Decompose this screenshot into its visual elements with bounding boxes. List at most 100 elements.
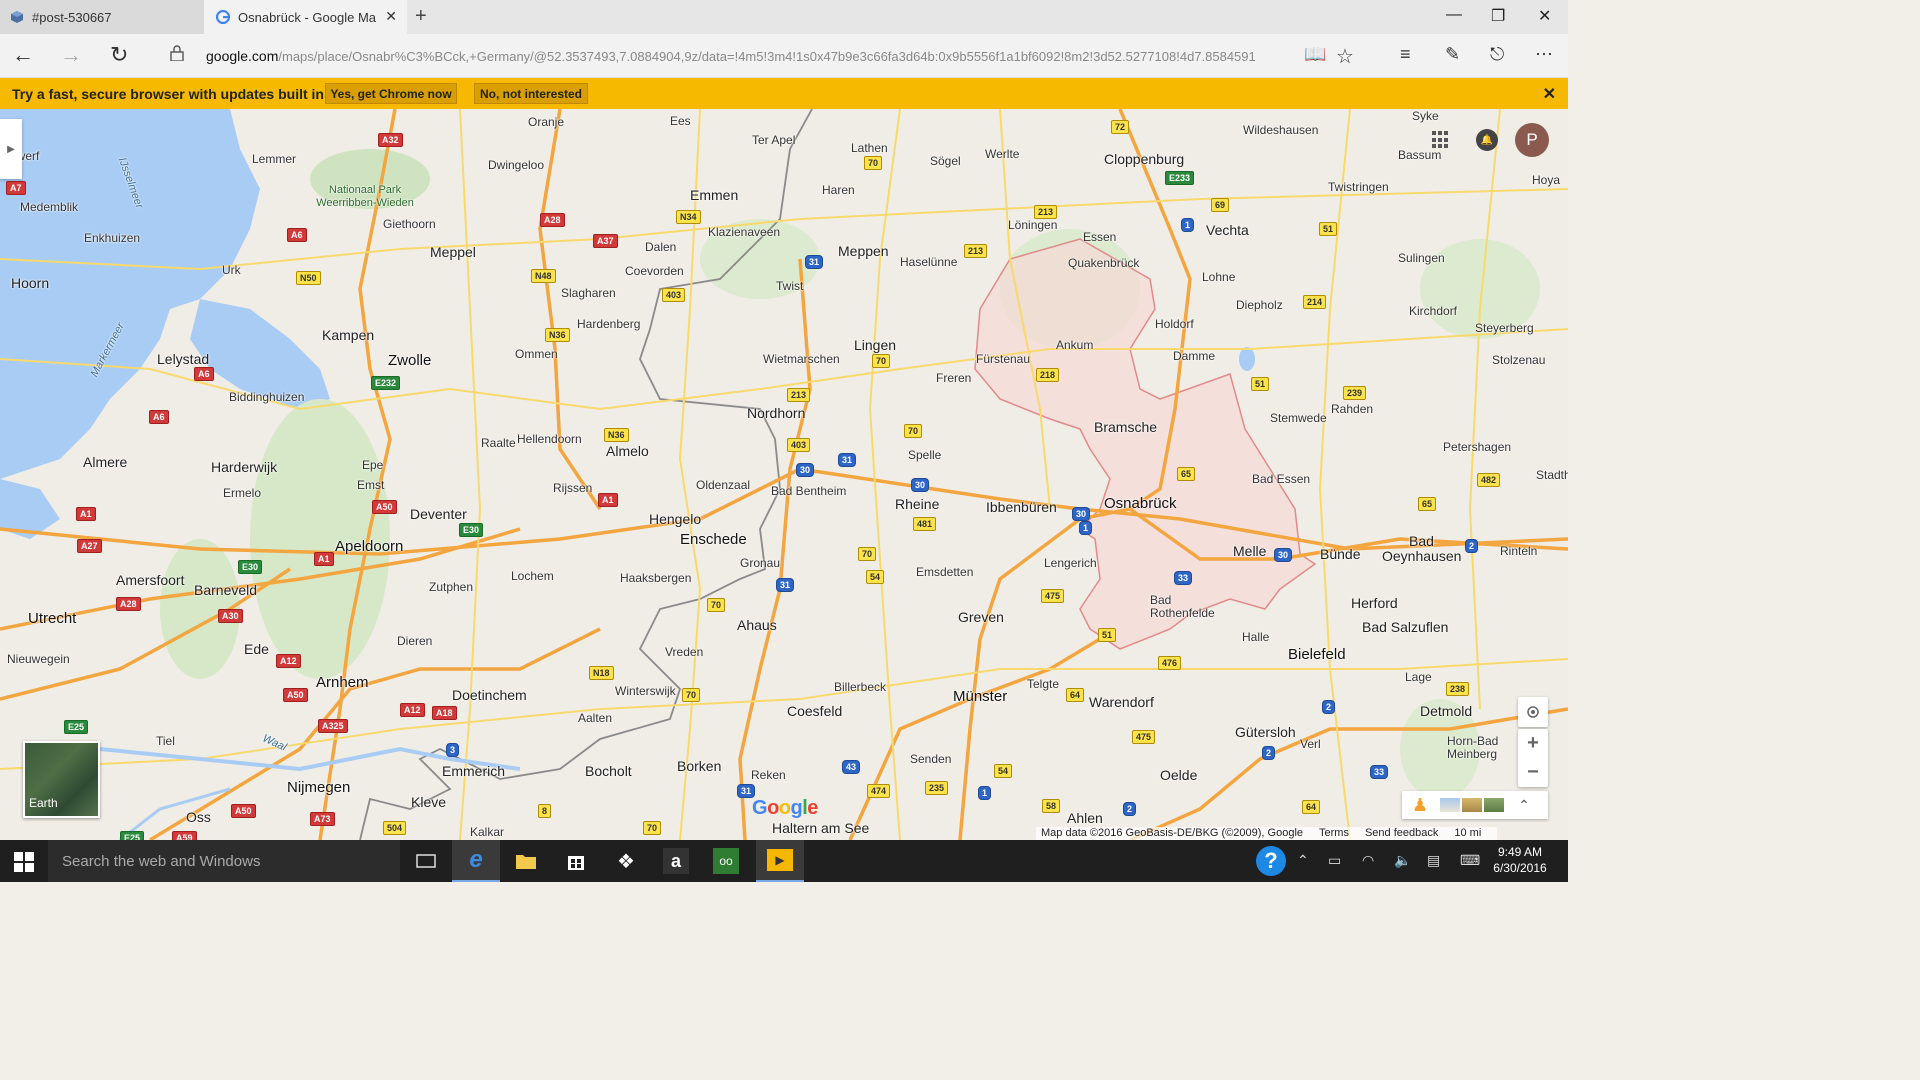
get-chrome-button[interactable]: Yes, get Chrome now: [325, 83, 457, 104]
back-icon[interactable]: ←: [12, 42, 34, 68]
action-center-icon[interactable]: ▤: [1427, 852, 1440, 869]
place-label: Oldenzaal: [696, 478, 751, 492]
place-label: Bad Essen: [1252, 472, 1311, 486]
road-shield: 481: [913, 517, 937, 531]
road-shield: 70: [643, 821, 662, 835]
imagery-thumbnail[interactable]: [1462, 798, 1483, 812]
hub-icon[interactable]: ≡: [1400, 44, 1411, 65]
store-icon[interactable]: [552, 840, 600, 882]
more-icon[interactable]: ⋯: [1535, 44, 1553, 65]
close-window-icon[interactable]: ✕: [1538, 6, 1551, 26]
place-label: Haltern am See: [772, 820, 870, 836]
keyboard-icon[interactable]: ⌨: [1460, 852, 1480, 869]
road-shield: E25: [64, 720, 89, 734]
earth-view-toggle[interactable]: Earth: [23, 741, 100, 818]
place-label: Telgte: [1027, 677, 1060, 691]
file-explorer-icon[interactable]: [502, 840, 550, 882]
place-label: Ibbenbüren: [986, 499, 1057, 515]
web-note-icon[interactable]: ✎: [1445, 44, 1460, 65]
place-label: Münster: [953, 688, 1008, 705]
apps-grid-icon[interactable]: [1432, 131, 1450, 149]
system-clock[interactable]: 9:49 AM 6/30/2016: [1480, 844, 1560, 876]
road-shield: 475: [1132, 730, 1156, 744]
chevron-up-icon[interactable]: ⌃: [1297, 852, 1309, 869]
road-shield: 1: [978, 786, 992, 800]
taskbar-search[interactable]: Search the web and Windows: [48, 840, 400, 882]
expand-side-panel-button[interactable]: ▶: [0, 119, 22, 179]
road-shield: 30: [1072, 507, 1091, 521]
terms-link[interactable]: Terms: [1319, 827, 1349, 840]
place-label: Rijssen: [553, 481, 593, 495]
tripadvisor-icon[interactable]: oo: [702, 840, 750, 882]
road-shield: 70: [858, 547, 877, 561]
road-shield: 54: [866, 570, 885, 584]
pegman-icon[interactable]: ♟: [1412, 795, 1428, 816]
battery-icon[interactable]: ▭: [1328, 852, 1341, 869]
imagery-thumbnail[interactable]: [1440, 798, 1461, 812]
place-label: Stemwede: [1270, 411, 1327, 425]
map-canvas[interactable]: Oranje Ees Ter Apel Lathen Sögel Werlte …: [0, 109, 1568, 840]
amazon-icon[interactable]: a: [652, 840, 700, 882]
volume-icon[interactable]: 🔈: [1394, 852, 1411, 869]
tab-google-maps[interactable]: Osnabrück - Google Ma ✕: [204, 0, 407, 34]
notifications-icon[interactable]: 🔔: [1476, 129, 1498, 151]
minimize-icon[interactable]: —: [1446, 6, 1462, 24]
place-label: Oelde: [1160, 767, 1198, 783]
place-label: Halle: [1242, 630, 1270, 644]
place-label: Herford: [1351, 595, 1398, 611]
place-label: Lengerich: [1044, 556, 1097, 570]
start-button[interactable]: [14, 852, 34, 872]
clock-date: 6/30/2016: [1493, 861, 1547, 875]
tab-post[interactable]: #post-530667: [0, 0, 204, 34]
imagery-thumbnail[interactable]: [1484, 798, 1505, 812]
forward-icon[interactable]: →: [60, 42, 82, 68]
place-label: Giethoorn: [383, 217, 436, 231]
place-label: Diepholz: [1236, 298, 1283, 312]
new-tab-icon[interactable]: +: [415, 5, 427, 28]
place-label: Steyerberg: [1475, 321, 1534, 335]
task-view-icon[interactable]: [402, 840, 450, 882]
road-shield: A50: [283, 688, 308, 702]
maximize-icon[interactable]: ❐: [1491, 6, 1505, 26]
place-label: Werlte: [985, 147, 1020, 161]
place-label: Holdorf: [1155, 317, 1194, 331]
close-icon[interactable]: ✕: [1543, 84, 1556, 104]
place-label: Cloppenburg: [1104, 151, 1185, 167]
road-shield: 214: [1303, 295, 1327, 309]
clock-time: 9:49 AM: [1497, 845, 1543, 859]
road-shield: A32: [378, 133, 403, 147]
place-label: Damme: [1173, 349, 1216, 363]
place-label: Bad: [1409, 533, 1434, 549]
my-location-button[interactable]: [1518, 697, 1548, 727]
road-shield: A50: [231, 804, 256, 818]
favorite-star-icon[interactable]: ☆: [1336, 44, 1354, 69]
road-shield: A6: [287, 228, 307, 242]
google-favicon-icon: [216, 10, 230, 24]
road-shield: A28: [116, 597, 141, 611]
zoom-out-button[interactable]: −: [1527, 758, 1539, 787]
help-icon[interactable]: ?: [1256, 846, 1286, 876]
road-shield: 70: [682, 688, 701, 702]
send-feedback-link[interactable]: Send feedback: [1365, 827, 1438, 840]
refresh-icon[interactable]: ↻: [110, 42, 128, 68]
tab-label: #post-530667: [32, 9, 112, 25]
not-interested-button[interactable]: No, not interested: [474, 83, 588, 104]
avatar[interactable]: P: [1515, 123, 1549, 157]
video-app-icon[interactable]: ▶: [756, 840, 804, 882]
dropbox-icon[interactable]: ❖: [602, 840, 650, 882]
address-bar[interactable]: google.com/maps/place/Osnabr%C3%BCck,+Ge…: [206, 40, 1328, 72]
wifi-icon[interactable]: ◠: [1362, 852, 1374, 869]
road-shield: A6: [149, 410, 169, 424]
reading-view-icon[interactable]: 📖: [1304, 44, 1326, 65]
share-icon[interactable]: ⎋: [1490, 44, 1504, 65]
edge-icon[interactable]: e: [452, 840, 500, 882]
place-label: Wietmarschen: [763, 352, 840, 366]
road-shield: 31: [737, 784, 756, 798]
cube-icon: [11, 11, 23, 23]
place-label: Essen: [1083, 230, 1117, 244]
close-tab-icon[interactable]: ✕: [385, 8, 397, 25]
zoom-in-button[interactable]: +: [1527, 729, 1539, 758]
map-imagery-strip: ♟ ⌃: [1402, 791, 1548, 819]
road-shield: 65: [1177, 467, 1196, 481]
chevron-up-icon[interactable]: ⌃: [1518, 797, 1530, 814]
